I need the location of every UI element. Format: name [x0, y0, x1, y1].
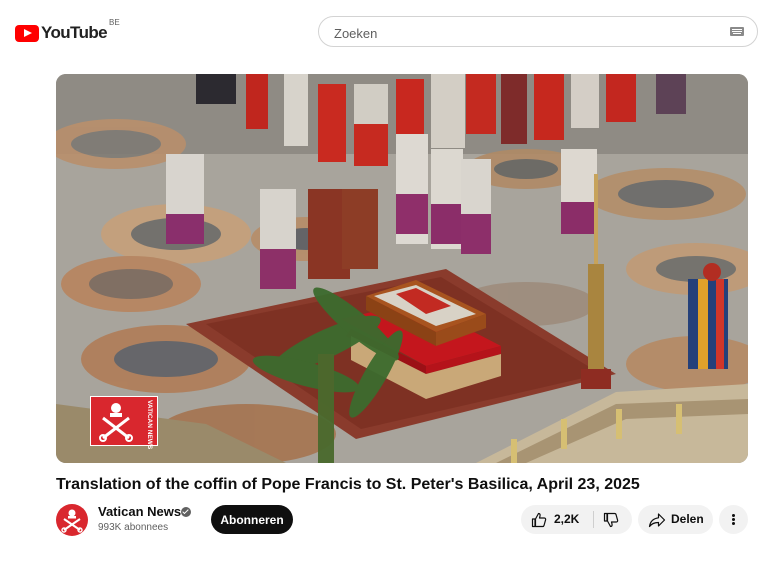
channel-avatar[interactable]: [56, 504, 88, 536]
watermark-text: VATICAN NEWS: [146, 400, 153, 450]
like-dislike-segment: 2,2K: [521, 505, 632, 534]
video-title: Translation of the coffin of Pope Franci…: [56, 476, 640, 493]
search-input[interactable]: [332, 22, 716, 44]
share-button[interactable]: Delen: [638, 505, 713, 534]
video-frame: [56, 74, 748, 463]
share-arrow-icon: [648, 513, 666, 528]
more-vert-icon-dot: [732, 522, 735, 525]
video-player[interactable]: VATICAN NEWS: [56, 74, 748, 463]
youtube-logo[interactable]: YouTube BE: [15, 18, 120, 44]
share-label: Delen: [671, 512, 704, 526]
verified-badge-icon: [181, 507, 191, 517]
channel-name[interactable]: Vatican News: [98, 504, 181, 519]
vatican-logo-icon: [61, 509, 83, 533]
like-button[interactable]: 2,2K: [521, 505, 593, 534]
more-vert-icon-dot: [732, 514, 735, 517]
thumbs-down-icon: [603, 512, 619, 528]
vatican-news-watermark: VATICAN NEWS: [90, 396, 158, 450]
subscriber-count: 993K abonnees: [98, 522, 169, 533]
masthead: YouTube BE: [0, 0, 772, 64]
keys-emblem-icon: [99, 403, 133, 442]
youtube-play-icon: [15, 24, 39, 42]
keyboard-icon[interactable]: [730, 27, 744, 36]
thumbs-up-icon: [531, 512, 547, 528]
more-actions-button[interactable]: [719, 505, 748, 534]
subscribe-button[interactable]: Abonneren: [211, 505, 293, 534]
logo-text: YouTube: [41, 23, 108, 42]
dislike-button[interactable]: [594, 505, 632, 534]
search-box[interactable]: [318, 16, 758, 47]
country-code: BE: [109, 18, 120, 27]
like-count: 2,2K: [554, 512, 580, 526]
more-vert-icon-dot: [732, 518, 735, 521]
